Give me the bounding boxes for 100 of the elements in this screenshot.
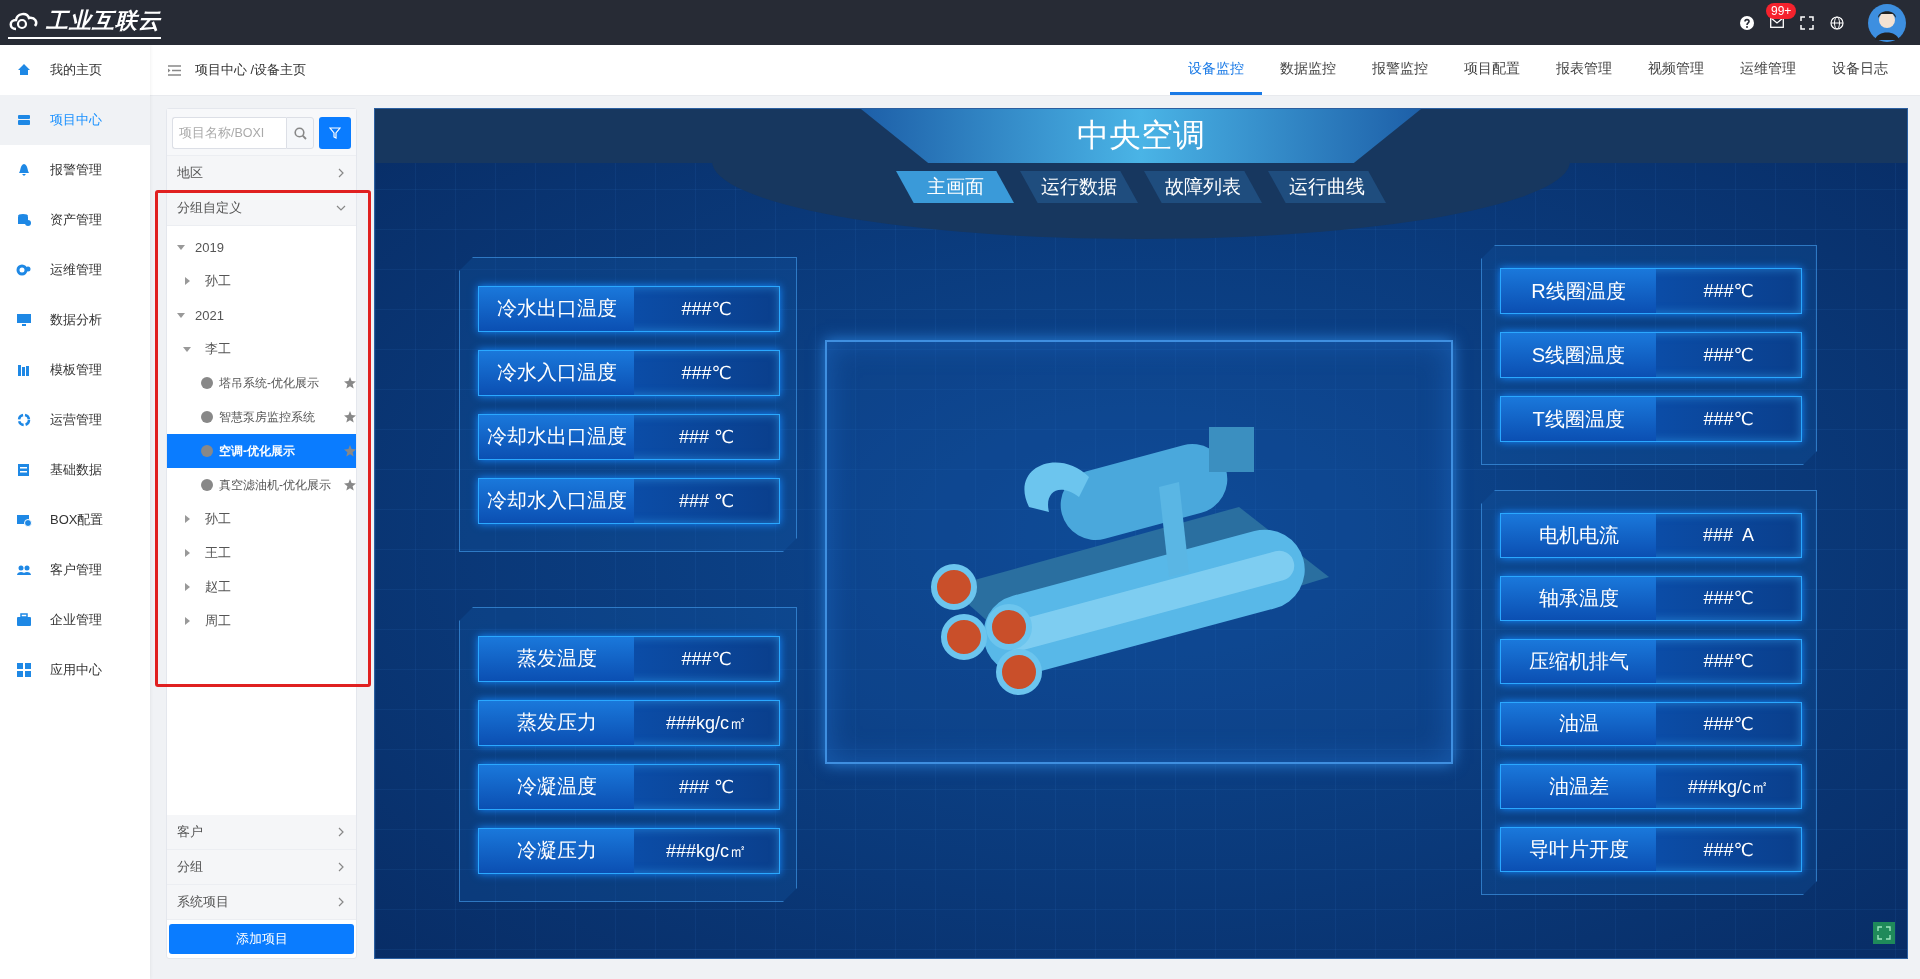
caret-right-icon[interactable]: [183, 277, 191, 285]
breadcrumb: 项目中心 /设备主页: [195, 61, 307, 79]
avatar-icon[interactable]: [1868, 3, 1906, 42]
logo-text: 工业互联云: [46, 7, 161, 35]
bell-icon: [16, 162, 32, 178]
bar-chart-icon: [16, 362, 32, 378]
sidebar-item[interactable]: 资产管理: [0, 195, 150, 245]
caret-right-icon[interactable]: [183, 617, 191, 625]
dot-icon: [201, 377, 213, 389]
sidebar-item[interactable]: 数据分析: [0, 295, 150, 345]
reading-label: 冷却水出口温度: [479, 414, 634, 459]
reading-value: ###℃: [1702, 280, 1755, 303]
reading-label: 导叶片开度: [1501, 828, 1656, 871]
notification-badge: 99+: [1766, 3, 1797, 19]
sidebar-item[interactable]: 运营管理: [0, 395, 150, 445]
tree-node[interactable]: 周工: [205, 612, 231, 630]
search-icon: [293, 126, 307, 140]
nav-tab[interactable]: 视频管理: [1630, 45, 1722, 95]
reading-value: ###℃: [680, 647, 733, 671]
stack-icon: [16, 112, 32, 128]
star-icon[interactable]: [344, 479, 356, 491]
tree-node[interactable]: 2021: [195, 307, 224, 323]
sidebar-item[interactable]: 我的主页: [0, 45, 150, 95]
caret-down-icon[interactable]: [183, 345, 191, 353]
caret-right-icon[interactable]: [183, 515, 191, 523]
nav-tab[interactable]: 设备监控: [1170, 45, 1262, 95]
reading-label: 冷却水入口温度: [479, 478, 634, 523]
sidebar-item[interactable]: 基础数据: [0, 445, 150, 495]
section-header[interactable]: 客户: [167, 815, 356, 850]
menu-icon[interactable]: [168, 64, 181, 76]
tree-item-label: 塔吊系统-优化展示: [219, 374, 320, 392]
reading-value: ###℃: [1702, 712, 1755, 736]
tree-item[interactable]: 真空滤油机-优化展示: [167, 468, 356, 502]
reading-value: ###℃: [1702, 838, 1755, 862]
reading-value: ### A: [1701, 523, 1755, 547]
caret-right-icon[interactable]: [183, 583, 191, 591]
settings-icon: [16, 512, 32, 528]
briefcase-icon: [16, 612, 32, 628]
section-label: 分组自定义: [177, 199, 242, 217]
reading-value: ### ℃: [677, 425, 736, 449]
expand-icon[interactable]: [1873, 922, 1895, 944]
search-field[interactable]: 项目名称/BOXI: [172, 117, 286, 149]
dot-icon: [201, 445, 213, 457]
section-label: 客户: [177, 823, 203, 841]
sidebar-item[interactable]: 运维管理: [0, 245, 150, 295]
tree-node[interactable]: 孙工: [205, 272, 231, 290]
sidebar-item[interactable]: 企业管理: [0, 595, 150, 645]
section-header[interactable]: 系统项目: [167, 885, 356, 920]
filter-icon: [329, 127, 341, 139]
tree-node[interactable]: 李工: [205, 340, 231, 358]
section-header[interactable]: 分组: [167, 850, 356, 885]
caret-down-icon[interactable]: [177, 243, 185, 251]
reading-label: 冷水出口温度: [479, 286, 634, 331]
star-icon[interactable]: [344, 377, 356, 389]
help-icon[interactable]: [1740, 15, 1754, 30]
reading-value: ### ℃: [677, 489, 736, 513]
nav-tab[interactable]: 报表管理: [1538, 45, 1630, 95]
tree-item[interactable]: 空调-优化展示: [167, 434, 356, 468]
fullscreen-icon[interactable]: [1800, 15, 1814, 30]
section-header[interactable]: 地区: [167, 156, 356, 191]
nav-tab[interactable]: 报警监控: [1354, 45, 1446, 95]
caret-down-icon[interactable]: [177, 311, 185, 319]
reading-label: 电机电流: [1501, 514, 1656, 557]
tree-item[interactable]: 智慧泵房监控系统: [167, 400, 356, 434]
reading-value: ###kg/c㎡: [664, 711, 748, 735]
globe-icon[interactable]: [1830, 15, 1844, 30]
tree-node[interactable]: 2019: [195, 239, 224, 255]
monitor-icon: [16, 312, 32, 328]
tree-node[interactable]: 王工: [205, 544, 231, 562]
reading-label: 压缩机排气: [1501, 639, 1656, 683]
tree-item[interactable]: 塔吊系统-优化展示: [167, 366, 356, 400]
reading-value: ###℃: [1702, 408, 1755, 431]
sidebar-item[interactable]: BOX配置: [0, 495, 150, 545]
reading-value: ###℃: [680, 361, 733, 385]
nav-tab[interactable]: 数据监控: [1262, 45, 1354, 95]
grid-icon: [16, 662, 32, 678]
reading-value: ### ℃: [677, 775, 736, 799]
home-icon: [16, 62, 32, 78]
nav-tab[interactable]: 运维管理: [1722, 45, 1814, 95]
sidebar-item[interactable]: 模板管理: [0, 345, 150, 395]
add-project-button[interactable]: 添加项目: [169, 924, 354, 954]
tree-node[interactable]: 赵工: [205, 578, 231, 596]
search-button[interactable]: [286, 117, 314, 149]
section-header[interactable]: 分组自定义: [167, 191, 356, 226]
reading-label: 冷水入口温度: [479, 350, 634, 395]
star-icon[interactable]: [344, 445, 356, 457]
section-label: 分组: [177, 858, 203, 876]
reading-label: 油温差: [1501, 765, 1656, 809]
tree-item-label: 空调-优化展示: [219, 442, 296, 460]
sidebar-item[interactable]: 报警管理: [0, 145, 150, 195]
star-icon[interactable]: [344, 411, 356, 423]
tree-node[interactable]: 孙工: [205, 510, 231, 528]
sidebar-item[interactable]: 应用中心: [0, 645, 150, 695]
caret-right-icon[interactable]: [183, 549, 191, 557]
sidebar-item[interactable]: 客户管理: [0, 545, 150, 595]
filter-button[interactable]: [319, 117, 351, 149]
reading-label: R线圈温度: [1501, 269, 1656, 313]
nav-tab[interactable]: 设备日志: [1814, 45, 1906, 95]
reading-label: 蒸发压力: [479, 700, 634, 745]
nav-tab[interactable]: 项目配置: [1446, 45, 1538, 95]
